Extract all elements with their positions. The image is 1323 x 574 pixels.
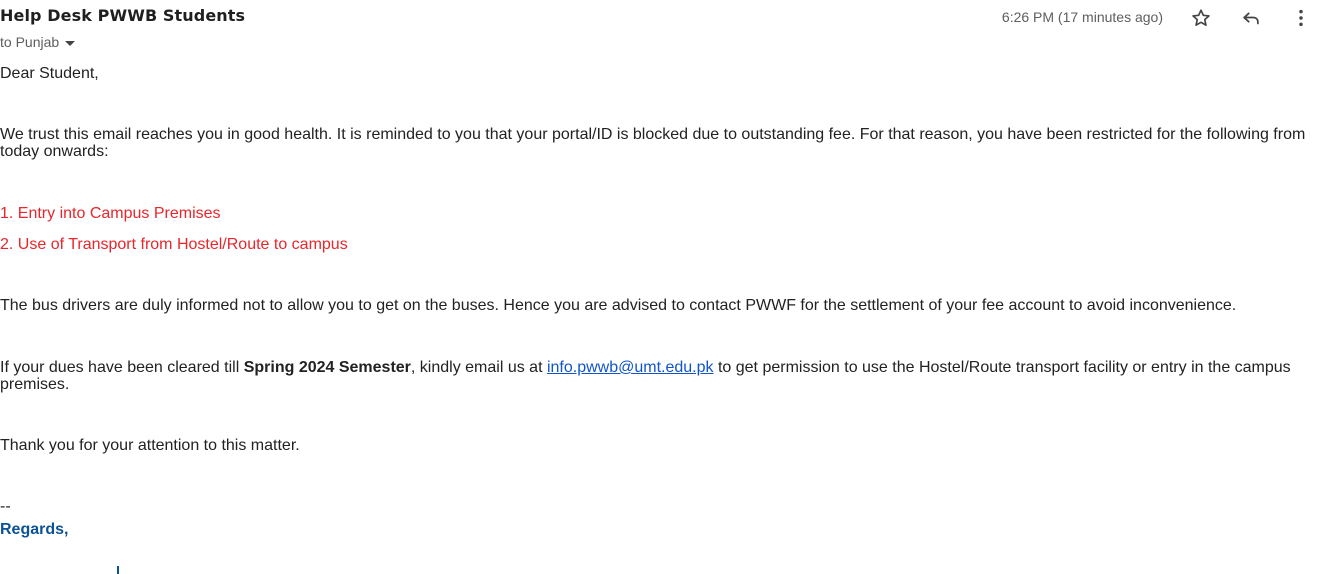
email-paragraph-thanks: Thank you for your attention to this mat… [0, 437, 300, 454]
email-paragraph-bus-notice: The bus drivers are duly informed not to… [0, 297, 1237, 314]
signature-separator: -- [0, 498, 11, 515]
sender-name: Help Desk PWWB Students [0, 6, 246, 25]
reply-icon [1243, 12, 1259, 25]
email-paragraph-intro: We trust this email reaches you in good … [0, 126, 1306, 160]
email-timestamp: 6:26 PM (17 minutes ago) [1001, 9, 1163, 25]
recipients-label: to Punjab [0, 34, 60, 50]
more-options-button[interactable] [1289, 6, 1313, 30]
more-vertical-icon [1299, 9, 1303, 27]
email-greeting: Dear Student, [0, 65, 99, 82]
signature-image [117, 566, 119, 574]
restriction-item: 1. Entry into Campus Premises [0, 205, 221, 222]
signature-regards: Regards, [0, 521, 69, 538]
dues-text-prefix: If your dues have been cleared till [0, 359, 244, 376]
star-button[interactable] [1189, 6, 1213, 30]
recipients-dropdown[interactable]: to Punjab [0, 34, 76, 50]
reply-button[interactable] [1239, 6, 1263, 30]
contact-email-link[interactable]: info.pwwb@umt.edu.pk [547, 359, 714, 376]
restriction-item: 2. Use of Transport from Hostel/Route to… [0, 236, 348, 253]
dues-text-middle: , kindly email us at [410, 359, 547, 376]
email-paragraph-dues: If your dues have been cleared till Spri… [0, 359, 1313, 393]
star-icon [1192, 9, 1210, 26]
semester-highlight: Spring 2024 Semester [243, 359, 411, 376]
chevron-down-icon [65, 40, 76, 46]
